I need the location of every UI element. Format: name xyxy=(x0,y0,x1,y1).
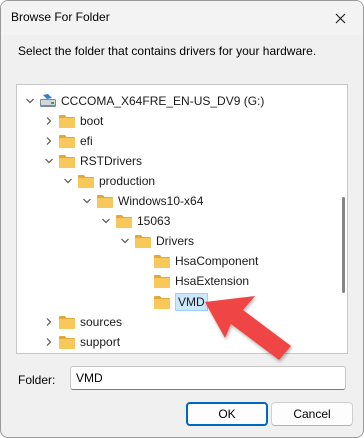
tree-item[interactable]: VMD xyxy=(17,292,347,312)
chevron-down-icon[interactable] xyxy=(42,154,56,168)
tree-item[interactable]: CCCOMA_X64FRE_EN-US_DV9 (G:) xyxy=(17,91,347,111)
title-bar: Browse For Folder xyxy=(1,1,363,35)
tree-item[interactable]: efi xyxy=(17,131,347,151)
folder-icon xyxy=(59,316,75,329)
folder-icon xyxy=(154,275,170,288)
tree-item-label: Windows10-x64 xyxy=(118,194,204,208)
tree-item[interactable]: support xyxy=(17,332,347,352)
tree-item-label: support xyxy=(80,335,121,349)
folder-icon xyxy=(97,195,113,208)
folder-tree[interactable]: CCCOMA_X64FRE_EN-US_DV9 (G:) boot efi RSTDr… xyxy=(16,84,348,354)
tree-item[interactable]: boot xyxy=(17,111,347,131)
tree-item[interactable]: sources xyxy=(17,312,347,332)
chevron-right-icon[interactable] xyxy=(42,315,56,329)
tree-item-label: 15063 xyxy=(137,214,171,228)
drive-icon xyxy=(40,94,56,107)
folder-icon xyxy=(59,115,75,128)
tree-item[interactable]: HsaComponent xyxy=(17,251,347,271)
folder-icon xyxy=(59,336,75,349)
browse-for-folder-dialog: Browse For Folder Select the folder that… xyxy=(0,0,364,438)
folder-icon xyxy=(78,175,94,188)
window-title: Browse For Folder xyxy=(11,10,110,24)
folder-icon xyxy=(154,255,170,268)
folder-input[interactable] xyxy=(70,366,346,390)
folder-icon xyxy=(135,235,151,248)
tree-item-label: boot xyxy=(80,114,104,128)
tree-item-label: HsaExtension xyxy=(175,274,250,288)
chevron-down-icon[interactable] xyxy=(61,174,75,188)
tree-item[interactable]: HsaExtension xyxy=(17,271,347,291)
tree-item-label: efi xyxy=(80,134,93,148)
tree-item-label: HsaComponent xyxy=(175,254,259,268)
chevron-down-icon[interactable] xyxy=(80,194,94,208)
chevron-right-icon[interactable] xyxy=(42,335,56,349)
tree-item-label: production xyxy=(99,174,156,188)
tree-item-label: RSTDrivers xyxy=(80,154,142,168)
chevron-right-icon[interactable] xyxy=(42,114,56,128)
folder-icon xyxy=(116,215,132,228)
tree-item[interactable]: production xyxy=(17,171,347,191)
chevron-right-icon[interactable] xyxy=(42,134,56,148)
tree-item[interactable]: Windows10-x64 xyxy=(17,191,347,211)
chevron-down-icon[interactable] xyxy=(23,94,37,108)
tree-item[interactable]: 15063 xyxy=(17,211,347,231)
chevron-down-icon[interactable] xyxy=(118,234,132,248)
close-button[interactable] xyxy=(317,1,363,35)
ok-button[interactable]: OK xyxy=(186,402,268,426)
instruction-text: Select the folder that contains drivers … xyxy=(18,44,317,58)
tree-item-label: CCCOMA_X64FRE_EN-US_DV9 (G:) xyxy=(61,94,265,108)
folder-label: Folder: xyxy=(18,373,56,387)
cancel-button[interactable]: Cancel xyxy=(271,402,353,426)
close-icon xyxy=(335,13,345,23)
folder-icon xyxy=(59,155,75,168)
tree-item-label: sources xyxy=(80,315,123,329)
chevron-down-icon[interactable] xyxy=(99,214,113,228)
tree-item[interactable]: RSTDrivers xyxy=(17,151,347,171)
folder-icon xyxy=(59,135,75,148)
folder-icon xyxy=(154,296,170,309)
tree-item-label: VMD xyxy=(175,293,208,311)
tree-item-label: Drivers xyxy=(156,234,194,248)
tree-item[interactable]: Drivers xyxy=(17,231,347,251)
